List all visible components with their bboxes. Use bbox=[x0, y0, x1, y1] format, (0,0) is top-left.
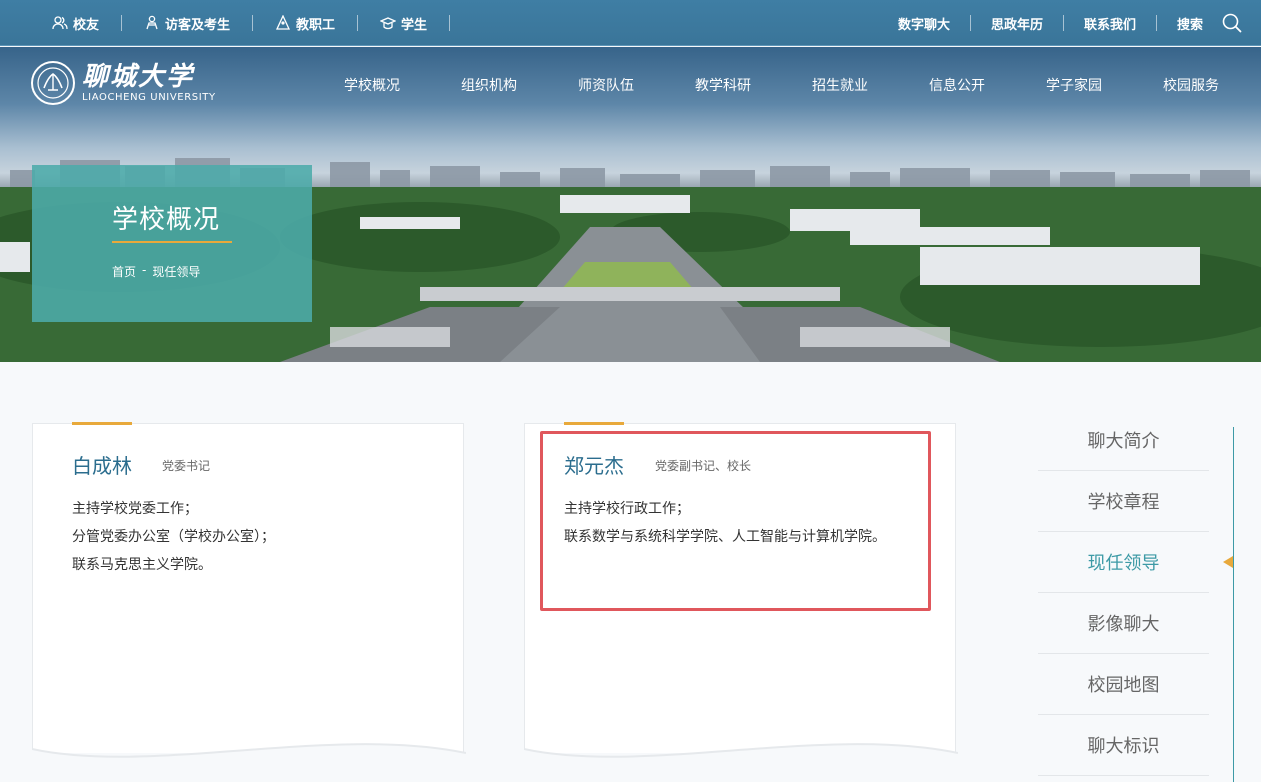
topbar-link-label: 教职工 bbox=[296, 17, 336, 33]
utility-right-group: 数字聊大 思政年历 联系我们 搜索 bbox=[898, 0, 1243, 46]
sidebar-track-line bbox=[1233, 427, 1234, 782]
main-nav: 学校概况 组织机构 师资队伍 教学科研 招生就业 信息公开 学子家园 校园服务 bbox=[344, 75, 1219, 95]
topbar-link-label: 校友 bbox=[73, 17, 100, 33]
nav-item-organization[interactable]: 组织机构 bbox=[461, 75, 517, 95]
utility-left-group: 校友 访客及考生 教职工 学生 bbox=[52, 0, 472, 46]
logo-chinese-name: 聊城大学 bbox=[82, 62, 195, 92]
breadcrumb: 首页 - 现任领导 bbox=[112, 263, 206, 280]
university-emblem-icon bbox=[31, 61, 75, 105]
divider bbox=[1155, 15, 1157, 31]
nav-item-students[interactable]: 学子家园 bbox=[1046, 75, 1102, 95]
university-logo[interactable]: 聊城大学 LIAOCHENG UNIVERSITY bbox=[30, 60, 216, 106]
nav-item-admission[interactable]: 招生就业 bbox=[812, 75, 868, 95]
topbar-link-students[interactable]: 学生 bbox=[380, 14, 427, 33]
topbar-link-alumni[interactable]: 校友 bbox=[52, 14, 99, 33]
teacher-icon bbox=[276, 15, 291, 30]
search-icon[interactable] bbox=[1221, 12, 1243, 34]
card-wave-edge bbox=[32, 743, 466, 775]
sidebar-menu: 聊大简介 学校章程 现任领导 影像聊大 校园地图 聊大标识 bbox=[1038, 410, 1209, 776]
topbar-link-digital[interactable]: 数字聊大 bbox=[898, 14, 950, 33]
card-wave-edge bbox=[524, 743, 958, 775]
nav-item-faculty[interactable]: 师资队伍 bbox=[578, 75, 634, 95]
topbar-link-label: 访客及考生 bbox=[165, 17, 231, 33]
duty-line: 分管党委办公室（学校办公室）； bbox=[72, 529, 275, 545]
sidebar-item-leaders[interactable]: 现任领导 bbox=[1038, 532, 1209, 593]
card-accent-bar bbox=[564, 422, 624, 425]
topbar-link-visitors[interactable]: 访客及考生 bbox=[144, 14, 230, 33]
divider bbox=[121, 15, 123, 31]
logo-text: 聊城大学 LIAOCHENG UNIVERSITY bbox=[82, 62, 216, 104]
nav-item-research[interactable]: 教学科研 bbox=[695, 75, 751, 95]
duty-line: 主持学校党委工作； bbox=[72, 501, 198, 517]
divider bbox=[1062, 15, 1064, 31]
leader-card: 白成林 党委书记 主持学校党委工作； 分管党委办公室（学校办公室）； 联系马克思… bbox=[32, 422, 466, 775]
topbar-link-calendar[interactable]: 思政年历 bbox=[991, 14, 1043, 33]
people-icon bbox=[52, 16, 68, 30]
divider bbox=[449, 15, 451, 31]
nav-item-disclosure[interactable]: 信息公开 bbox=[929, 75, 985, 95]
hero-banner: 聊城大学 LIAOCHENG UNIVERSITY 学校概况 组织机构 师资队伍… bbox=[0, 47, 1261, 362]
section-header-box: 学校概况 首页 - 现任领导 bbox=[32, 165, 312, 322]
logo-english-name: LIAOCHENG UNIVERSITY bbox=[82, 92, 216, 103]
title-underline bbox=[112, 241, 232, 243]
divider bbox=[357, 15, 359, 31]
leader-duties: 主持学校党委工作； 分管党委办公室（学校办公室）； 联系马克思主义学院。 bbox=[72, 495, 417, 579]
card-accent-bar bbox=[72, 422, 132, 425]
topbar-link-search[interactable]: 搜索 bbox=[1177, 14, 1203, 33]
visitor-icon bbox=[146, 15, 158, 30]
nav-item-overview[interactable]: 学校概况 bbox=[344, 75, 400, 95]
duty-line: 联系马克思主义学院。 bbox=[72, 557, 212, 573]
breadcrumb-separator: - bbox=[142, 263, 147, 277]
section-title: 学校概况 bbox=[112, 205, 221, 235]
leader-role: 党委书记 bbox=[162, 459, 211, 473]
breadcrumb-current: 现任领导 bbox=[152, 265, 201, 279]
nav-item-services[interactable]: 校园服务 bbox=[1163, 75, 1219, 95]
breadcrumb-home[interactable]: 首页 bbox=[112, 263, 136, 280]
highlight-box bbox=[540, 431, 931, 611]
divider bbox=[252, 15, 254, 31]
sidebar-item-identity[interactable]: 聊大标识 bbox=[1038, 715, 1209, 776]
active-indicator-arrow-icon bbox=[1223, 556, 1233, 568]
topbar-link-contact[interactable]: 联系我们 bbox=[1084, 14, 1136, 33]
leader-name: 白成林 bbox=[72, 454, 132, 478]
topbar-link-label: 学生 bbox=[401, 17, 428, 33]
utility-bar: 校友 访客及考生 教职工 学生 数字聊大 思政年历 联系我们 搜索 bbox=[0, 0, 1261, 46]
sidebar-item-map[interactable]: 校园地图 bbox=[1038, 654, 1209, 715]
graduation-cap-icon bbox=[380, 17, 397, 30]
sidebar-item-intro[interactable]: 聊大简介 bbox=[1038, 410, 1209, 471]
divider bbox=[969, 15, 971, 31]
sidebar-item-charter[interactable]: 学校章程 bbox=[1038, 471, 1209, 532]
topbar-link-staff[interactable]: 教职工 bbox=[275, 14, 335, 33]
sidebar-item-gallery[interactable]: 影像聊大 bbox=[1038, 593, 1209, 654]
